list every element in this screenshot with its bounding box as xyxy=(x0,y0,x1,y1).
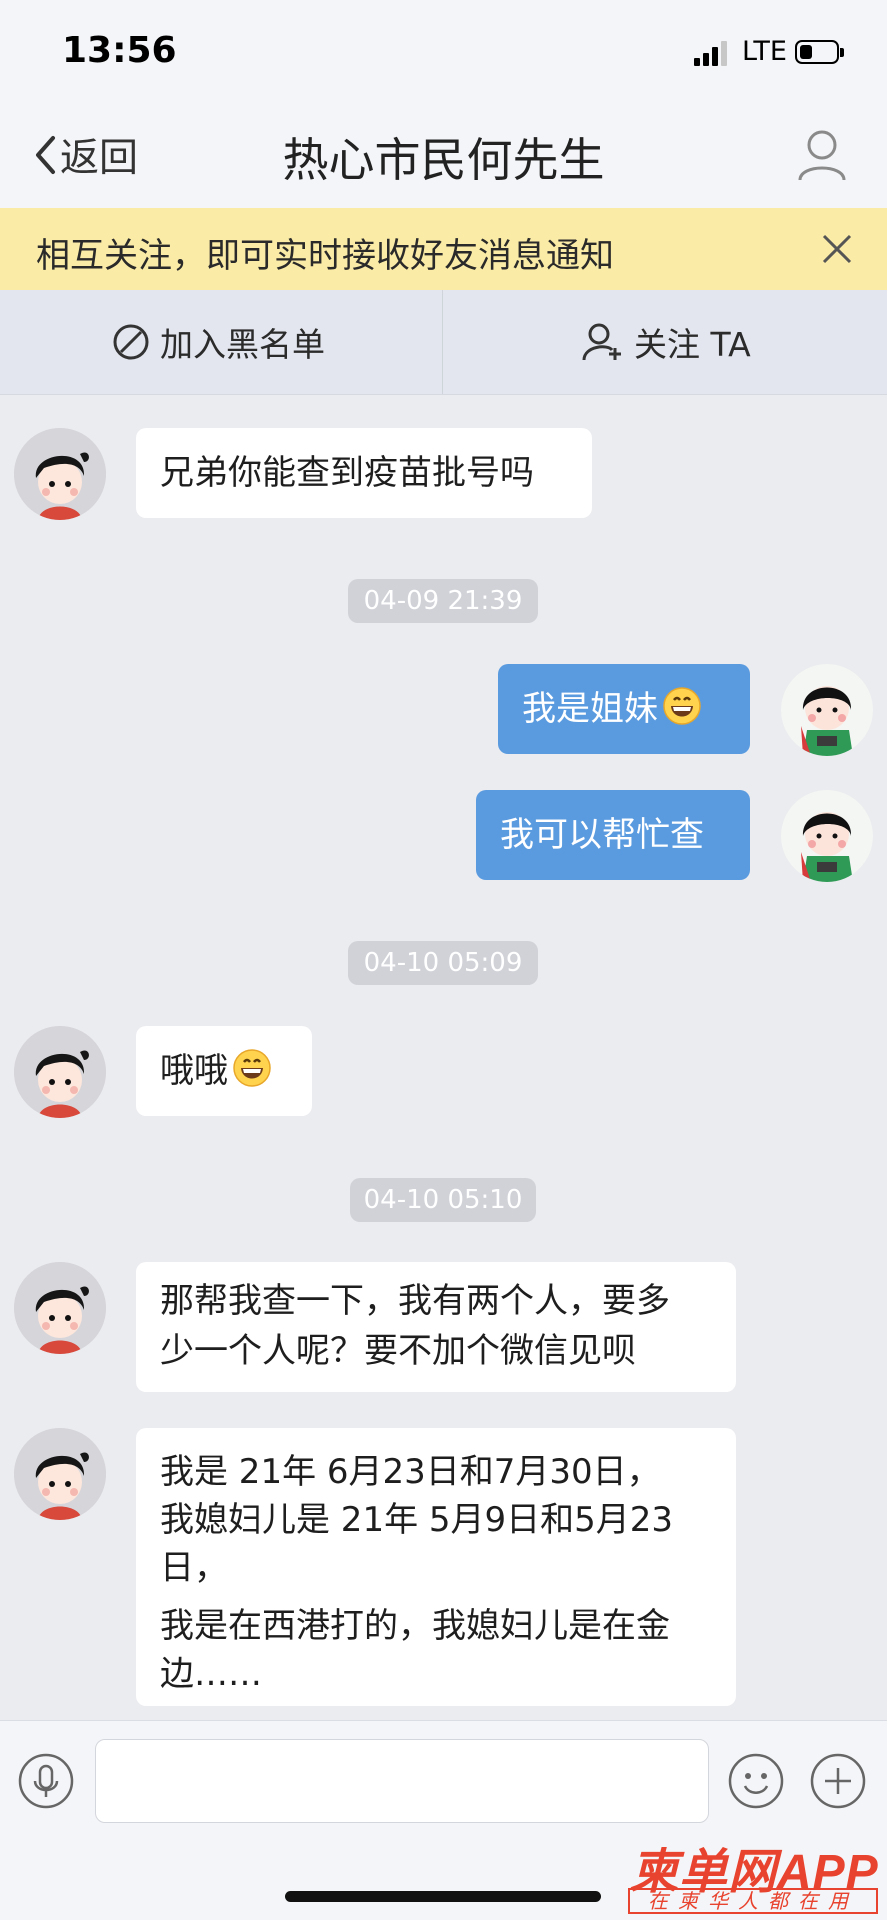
timestamp: 04-10 05:10 xyxy=(350,1178,536,1222)
avatar[interactable] xyxy=(781,790,873,882)
message-bubble[interactable]: 那帮我查一下，我有两个人，要多 少一个人呢？要不加个微信见呗 xyxy=(136,1262,736,1392)
message-line: 我是在西港打的，我媳妇儿是在金 xyxy=(160,1606,670,1646)
message-line: 那帮我查一下，我有两个人，要多 xyxy=(160,1281,670,1321)
battery-level xyxy=(800,45,812,59)
voice-icon[interactable] xyxy=(18,1753,74,1813)
message-text: 哦哦 xyxy=(160,1051,228,1091)
home-indicator[interactable] xyxy=(285,1891,601,1902)
timestamp: 04-10 05:09 xyxy=(348,941,538,985)
action-bar: 加入黑名单 关注 TA xyxy=(0,290,887,395)
plus-icon[interactable] xyxy=(810,1753,866,1813)
follow-label: 关注 TA xyxy=(634,325,751,364)
nav-bar: 返回 热心市民何先生 xyxy=(0,100,887,208)
avatar[interactable] xyxy=(14,428,106,520)
avatar[interactable] xyxy=(14,1262,106,1354)
message-line: 我是 21年 6月23日和7月30日， xyxy=(160,1452,661,1492)
avatar[interactable] xyxy=(781,664,873,756)
message-input[interactable] xyxy=(95,1739,709,1823)
status-bar: 13:56 LTE xyxy=(0,0,887,100)
blacklist-button[interactable]: 加入黑名单 xyxy=(112,290,325,394)
blacklist-label: 加入黑名单 xyxy=(160,325,325,364)
message-bubble[interactable]: 兄弟你能查到疫苗批号吗 xyxy=(136,428,592,518)
page-title: 热心市民何先生 xyxy=(282,133,605,187)
message-bubble[interactable]: 我可以帮忙查 xyxy=(476,790,750,880)
watermark-logo: 柬单网APP 在柬华人都在用 xyxy=(628,1832,880,1918)
watermark-slogan: 在柬华人都在用 xyxy=(628,1888,878,1914)
signal-icon xyxy=(694,40,734,66)
message-text: 我可以帮忙查 xyxy=(500,815,704,855)
status-time: 13:56 xyxy=(62,30,177,71)
input-bar xyxy=(0,1720,887,1841)
message-line: 我媳妇儿是 21年 5月9日和5月23 xyxy=(160,1500,674,1540)
message-line: 少一个人呢？要不加个微信见呗 xyxy=(160,1331,636,1371)
notice-text: 相互关注，即可实时接收好友消息通知 xyxy=(36,236,614,276)
message-text: 我是姐妹 xyxy=(522,689,658,729)
message-line: 日， xyxy=(160,1548,228,1588)
timestamp: 04-09 21:39 xyxy=(348,579,538,623)
network-type: LTE xyxy=(742,36,787,67)
battery-icon xyxy=(795,40,844,64)
message-bubble[interactable]: 我是 21年 6月23日和7月30日， 我媳妇儿是 21年 5月9日和5月23 … xyxy=(136,1428,736,1706)
close-icon[interactable] xyxy=(821,233,853,269)
avatar[interactable] xyxy=(14,1026,106,1118)
emoji-icon[interactable] xyxy=(728,1753,784,1813)
message-bubble[interactable]: 哦哦 xyxy=(136,1026,312,1116)
message-bubble[interactable]: 我是姐妹 xyxy=(498,664,750,754)
block-icon xyxy=(113,324,149,360)
message-line: 边…… xyxy=(160,1654,262,1694)
avatar[interactable] xyxy=(14,1428,106,1520)
grinning-face-icon xyxy=(663,687,701,725)
message-text: 兄弟你能查到疫苗批号吗 xyxy=(160,453,534,493)
profile-icon[interactable] xyxy=(797,128,847,186)
follow-button[interactable]: 关注 TA xyxy=(582,290,751,394)
add-user-icon xyxy=(582,323,621,361)
notice-banner: 相互关注，即可实时接收好友消息通知 xyxy=(0,208,887,290)
divider xyxy=(442,290,443,394)
grinning-face-icon xyxy=(233,1049,271,1087)
